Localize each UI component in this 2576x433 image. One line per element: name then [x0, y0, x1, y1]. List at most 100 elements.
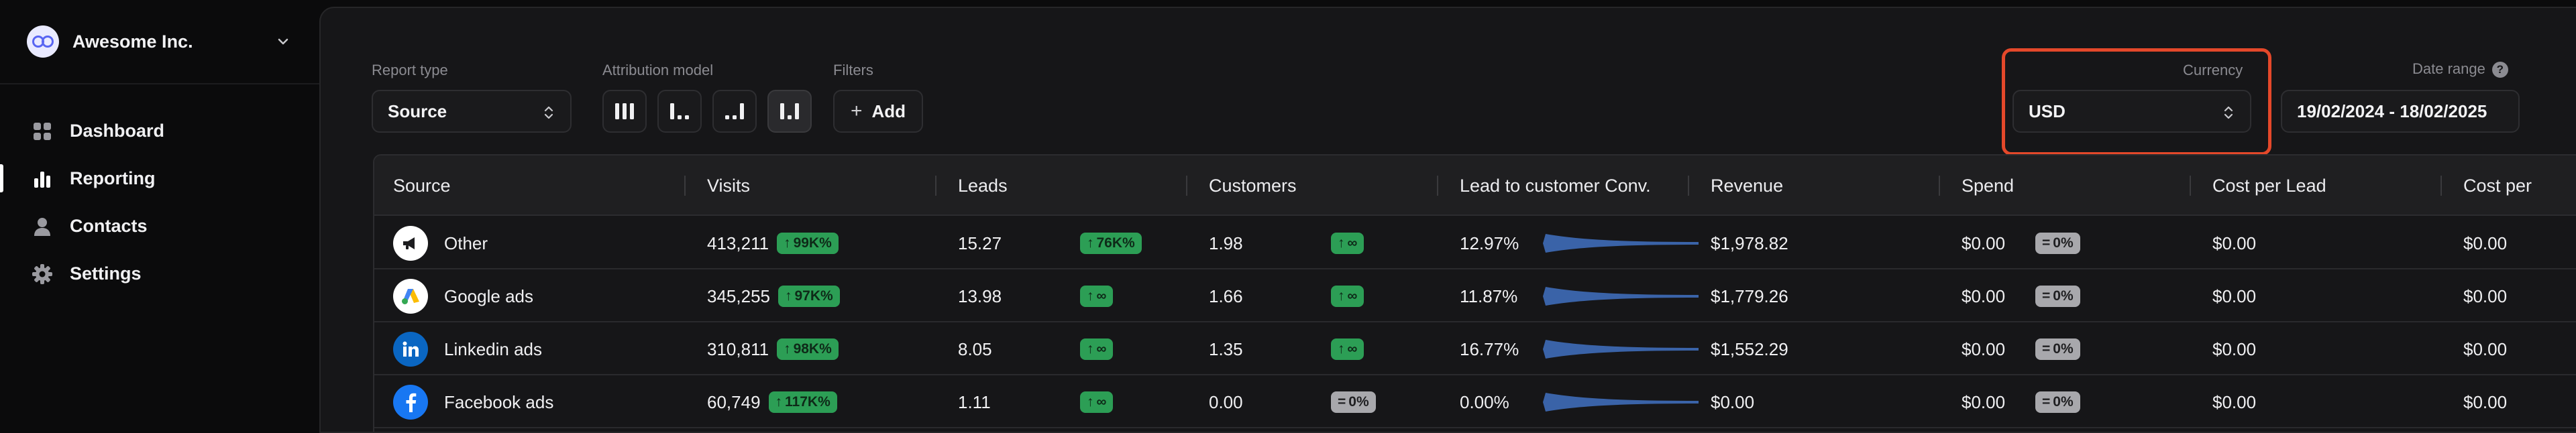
badge-value: ∞ — [1096, 288, 1107, 304]
report-type-label: Report type — [372, 62, 448, 78]
attribution-linear-button[interactable] — [602, 90, 647, 133]
conversion-cell: 11.87% — [1460, 270, 1699, 322]
badge-value: 117K% — [785, 394, 830, 410]
table-row[interactable]: Linkedin ads 310,811 ↑ 98K% 8.05 ↑ ∞ 1.35 ↑… — [374, 323, 2576, 375]
cost-per-lead-cell: $0.00 — [2212, 270, 2256, 322]
cost-per-lead-cell: $0.00 — [2212, 323, 2256, 375]
source-cell: Other — [393, 217, 488, 269]
spend-change-badge: = 0% — [2035, 286, 2080, 307]
gear-icon — [31, 263, 54, 286]
facebook-icon — [393, 385, 428, 420]
visits-change-badge: ↑ 117K% — [768, 391, 837, 413]
attribution-u-shaped-button[interactable] — [767, 90, 812, 133]
visits-cell: 345,255 ↑ 97K% — [707, 270, 840, 322]
column-divider[interactable] — [1437, 176, 1438, 196]
spend-cell: $0.00 = 0% — [1962, 217, 2080, 269]
customers-cell: 1.98 — [1209, 217, 1243, 269]
column-header-customers[interactable]: Customers — [1209, 156, 1297, 216]
visits-value: 310,811 — [707, 338, 769, 359]
date-range-input[interactable]: 19/02/2024 - 18/02/2025 — [2281, 90, 2520, 133]
sidebar-item-contacts[interactable]: Contacts — [0, 202, 319, 250]
sidebar-divider — [0, 83, 319, 84]
column-header-cost-per-customer[interactable]: Cost per — [2463, 156, 2532, 216]
table-row[interactable]: Other 413,211 ↑ 99K% 15.27 ↑ 76K% 1.98 ↑ ∞ 1… — [374, 217, 2576, 269]
currency-select[interactable]: USD — [2012, 90, 2251, 133]
column-divider[interactable] — [935, 176, 936, 196]
sidebar-item-label: Contacts — [70, 216, 148, 236]
conversion-value: 11.87% — [1460, 286, 1518, 306]
column-header-source[interactable]: Source — [393, 156, 451, 216]
sidebar-item-settings[interactable]: Settings — [0, 250, 319, 298]
leads-value: 15.27 — [958, 233, 1002, 253]
column-divider[interactable] — [2440, 176, 2442, 196]
table-row[interactable]: Facebook ads 60,749 ↑ 117K% 1.11 ↑ ∞ 0.00 =… — [374, 376, 2576, 428]
equals-icon: = — [2042, 394, 2051, 410]
conversion-value: 0.00% — [1460, 391, 1509, 412]
sidebar: Awesome Inc. Dashboard Reporting Contact… — [0, 0, 319, 433]
report-type-select[interactable]: Source — [372, 90, 572, 133]
source-name: Facebook ads — [444, 391, 554, 412]
org-switcher[interactable]: Awesome Inc. — [27, 21, 292, 62]
badge-value: 0% — [2053, 341, 2074, 357]
column-divider[interactable] — [1939, 176, 1940, 196]
column-divider[interactable] — [684, 176, 686, 196]
spend-change-badge: = 0% — [2035, 391, 2080, 413]
column-header-conversion[interactable]: Lead to customer Conv. — [1460, 156, 1651, 216]
equals-icon: = — [2042, 341, 2051, 357]
arrow-up-icon: ↑ — [784, 288, 792, 304]
leads-change-badge: ↑ ∞ — [1080, 338, 1114, 360]
leads-value: 13.98 — [958, 286, 1002, 306]
leads-change-badge: ↑ ∞ — [1080, 391, 1114, 413]
dashboard-grid-icon — [31, 120, 54, 143]
first-touch-icon — [670, 103, 689, 119]
cost-per-lead-value: $0.00 — [2212, 391, 2257, 412]
arrow-up-icon: ↑ — [784, 341, 791, 357]
badge-value: 97K% — [794, 288, 833, 304]
arrow-up-icon: ↑ — [1338, 288, 1345, 304]
column-divider[interactable] — [1688, 176, 1689, 196]
badge-value: 0% — [1348, 394, 1369, 410]
arrow-up-icon: ↑ — [1338, 341, 1345, 357]
megaphone-icon — [393, 226, 428, 261]
org-name: Awesome Inc. — [72, 31, 193, 52]
badge-value: ∞ — [1096, 394, 1107, 410]
column-header-leads[interactable]: Leads — [958, 156, 1008, 216]
cost-per-customer-value: $0.00 — [2463, 286, 2508, 306]
column-header-visits[interactable]: Visits — [707, 156, 750, 216]
column-divider[interactable] — [1186, 176, 1187, 196]
leads-cell: 15.27 — [958, 217, 1002, 269]
attribution-first-touch-button[interactable] — [657, 90, 702, 133]
help-icon[interactable]: ? — [2491, 62, 2508, 78]
chevron-down-icon — [278, 38, 288, 45]
spend-cell: $0.00 = 0% — [1962, 270, 2080, 322]
revenue-value: $1,552.29 — [1711, 338, 1788, 359]
sidebar-item-label: Settings — [70, 263, 142, 284]
main-panel: Report type Source Attribution model Fil… — [319, 7, 2576, 433]
visits-change-badge: ↑ 97K% — [777, 286, 840, 307]
spend-cell: $0.00 = 0% — [1962, 323, 2080, 375]
sidebar-item-dashboard[interactable]: Dashboard — [0, 107, 319, 155]
funnel-sparkline — [1543, 287, 1699, 306]
cost-per-customer-cell: $0.00 — [2463, 217, 2507, 269]
arrow-up-icon: ↑ — [784, 235, 791, 251]
column-header-cost-per-lead[interactable]: Cost per Lead — [2212, 156, 2326, 216]
attribution-last-touch-button[interactable] — [712, 90, 757, 133]
badge-value: ∞ — [1347, 288, 1358, 304]
report-type-value: Source — [388, 101, 447, 121]
attribution-model-label: Attribution model — [602, 62, 714, 78]
customers-value: 1.35 — [1209, 338, 1243, 359]
revenue-cell: $1,978.82 — [1711, 217, 1788, 269]
badge-value: 0% — [2053, 235, 2074, 251]
arrow-up-icon: ↑ — [1087, 235, 1094, 251]
table-row[interactable]: Google ads 345,255 ↑ 97K% 13.98 ↑ ∞ 1.66 ↑ ∞… — [374, 270, 2576, 322]
spend-change-badge: = 0% — [2035, 338, 2080, 360]
add-filter-button[interactable]: + Add — [833, 90, 923, 133]
sidebar-item-reporting[interactable]: Reporting — [0, 155, 319, 202]
column-header-spend[interactable]: Spend — [1962, 156, 2014, 216]
visits-cell: 310,811 ↑ 98K% — [707, 323, 839, 375]
report-table: Source Visits Leads Customers Lead to cu… — [373, 154, 2576, 432]
column-header-revenue[interactable]: Revenue — [1711, 156, 1783, 216]
conversion-value: 12.97% — [1460, 233, 1519, 253]
column-divider[interactable] — [2190, 176, 2191, 196]
plus-icon: + — [850, 100, 863, 122]
